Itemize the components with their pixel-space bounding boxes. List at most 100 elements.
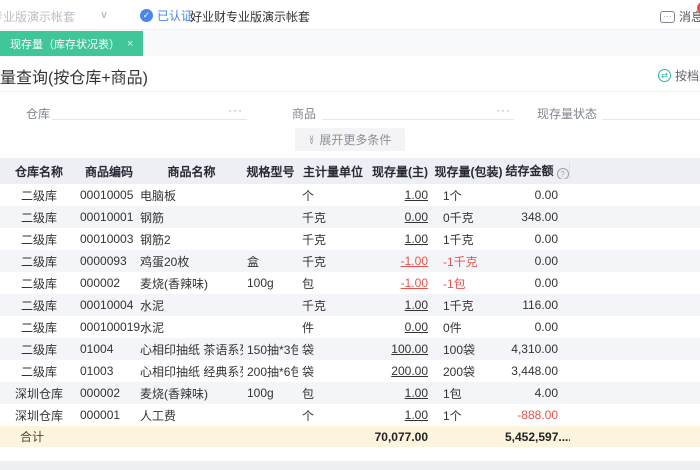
- cell-qty-main-link[interactable]: 0.00: [368, 210, 432, 224]
- switch-view-icon: ⇄: [658, 69, 671, 82]
- cell-name: 钢筋: [140, 210, 165, 225]
- table-row[interactable]: 二级库 00010003 钢筋2 千克 1.00 1千克 0.00: [0, 228, 700, 250]
- cell-qty-pack: -1包: [443, 276, 466, 291]
- cell-qty-main-link[interactable]: -1.00: [368, 276, 432, 290]
- cell-qty-pack: 1千克: [443, 232, 474, 247]
- cell-spec: 100g: [247, 386, 274, 400]
- expand-row: ∨ ∨ 展开更多条件: [0, 128, 700, 151]
- top-bar: 专业版演示帐套 ∨ ✓ 已认证 好业财专业版演示帐套 ··· 消息 1: [0, 0, 700, 30]
- verified-badge: ✓ 已认证: [140, 7, 193, 24]
- cell-spec: 150抽*3包...: [247, 342, 298, 357]
- cell-qty-main-link[interactable]: 100.00: [368, 342, 432, 356]
- cell-amount: 4.00: [534, 386, 558, 400]
- cell-warehouse: 二级库: [20, 210, 57, 225]
- table-row[interactable]: 二级库 00010004 水泥 千克 1.00 1千克 116.00: [0, 294, 700, 316]
- product-picker-icon[interactable]: ···: [496, 103, 511, 117]
- table-header-row: 仓库名称 商品编码 商品名称 规格型号 主计量单位 现存量(主) 现存量(包装)…: [0, 158, 700, 184]
- footer-amount-total: 5,452,597....: [505, 429, 570, 444]
- cell-qty-main-link[interactable]: 1.00: [368, 408, 432, 422]
- help-icon[interactable]: ?: [556, 168, 569, 179]
- account-selector[interactable]: 专业版演示帐套: [0, 8, 75, 25]
- cell-qty-main-link[interactable]: 1.00: [368, 386, 432, 400]
- cell-unit: 千克: [302, 232, 327, 247]
- cell-name: 电脑板: [140, 188, 177, 203]
- table-row[interactable]: 二级库 00010001 钢筋 千克 0.00 0千克 348.00: [0, 206, 700, 228]
- tab-stock-status[interactable]: 现存量（库存状况表） ×: [0, 31, 144, 56]
- table-row[interactable]: 二级库 000100019 水泥 件 0.00 0件 0.00: [0, 316, 700, 338]
- verified-check-icon: ✓: [140, 9, 153, 22]
- cell-code: 00010001: [80, 210, 134, 224]
- cell-amount: -888.00: [517, 408, 558, 422]
- archive-view-button[interactable]: ⇄ 按档案: [658, 67, 700, 84]
- message-bubble-icon: ···: [659, 10, 675, 23]
- table-row[interactable]: 二级库 000002 麦烧(香辣味) 100g 包 -1.00 -1包 0.00: [0, 272, 700, 294]
- cell-qty-main-link[interactable]: 0.00: [368, 320, 432, 334]
- product-filter-input[interactable]: [322, 104, 514, 120]
- table-row[interactable]: 二级库 0000093 鸡蛋20枚 盒 千克 -1.00 -1千克 0.00: [0, 250, 700, 272]
- warehouse-picker-icon[interactable]: ···: [228, 103, 243, 117]
- table-row[interactable]: 二级库 01003 心相印抽纸 经典系列 200抽*6包 袋 200.00 20…: [0, 360, 700, 382]
- cell-unit: 个: [302, 408, 315, 423]
- table-row[interactable]: 深圳仓库 000002 麦烧(香辣味) 100g 包 1.00 1包 4.00: [0, 382, 700, 404]
- cell-unit: 个: [302, 188, 315, 203]
- cell-qty-pack: 0件: [443, 320, 462, 335]
- header-warehouse: 仓库名称: [14, 164, 63, 179]
- header-amount: 结存金额?: [505, 163, 570, 179]
- cell-code: 01003: [80, 364, 114, 378]
- cell-qty-main-link[interactable]: 200.00: [368, 364, 432, 378]
- verified-badge-label: 已认证: [157, 9, 194, 23]
- cell-code: 01004: [80, 342, 114, 356]
- page-title: 现存量查询(按仓库+商品): [0, 70, 149, 87]
- chevron-down-icon[interactable]: ∨: [100, 8, 108, 21]
- cell-warehouse: 二级库: [20, 232, 57, 247]
- table-body: 二级库 00010005 电脑板 个 1.00 1个 0.00 二级库 0001…: [0, 184, 700, 426]
- cell-warehouse: 二级库: [20, 320, 57, 335]
- cell-name: 鸡蛋20枚: [140, 254, 190, 269]
- cell-qty-pack: 1千克: [443, 298, 474, 313]
- table-row[interactable]: 二级库 01004 心相印抽纸 茶语系列 ... 150抽*3包... 袋 10…: [0, 338, 700, 360]
- cell-warehouse: 二级库: [20, 298, 57, 313]
- cell-qty-pack: 1个: [443, 408, 462, 423]
- cell-qty-main-link[interactable]: 1.00: [368, 188, 432, 202]
- cell-amount: 0.00: [534, 232, 558, 246]
- cell-unit: 千克: [302, 298, 327, 313]
- table-row[interactable]: 二级库 00010005 电脑板 个 1.00 1个 0.00: [0, 184, 700, 206]
- double-chevron-down-icon: ∨ ∨: [308, 132, 315, 146]
- cell-qty-pack: 0千克: [443, 210, 474, 225]
- messages-button[interactable]: ··· 消息 1: [659, 2, 700, 25]
- expand-more-label: 展开更多条件: [319, 133, 392, 147]
- header-spec: 规格型号: [246, 164, 295, 179]
- close-icon[interactable]: ×: [127, 38, 133, 50]
- cell-qty-main-link[interactable]: 1.00: [368, 232, 432, 246]
- cell-warehouse: 二级库: [20, 188, 57, 203]
- cell-qty-main-link[interactable]: -1.00: [368, 254, 432, 268]
- cell-warehouse: 深圳仓库: [14, 408, 63, 423]
- cell-qty-main-link[interactable]: 1.00: [368, 298, 432, 312]
- cell-unit: 千克: [302, 210, 327, 225]
- stock-status-filter-label: 现存量状态: [537, 107, 598, 121]
- cell-warehouse: 二级库: [20, 254, 57, 269]
- product-filter-label: 商品: [292, 107, 317, 121]
- footer-total-label: 合计: [20, 430, 45, 444]
- header-unit: 主计量单位: [302, 164, 363, 179]
- cell-qty-pack: 1包: [443, 386, 462, 401]
- warehouse-filter-input[interactable]: [52, 104, 247, 120]
- cell-name: 心相印抽纸 茶语系列 ...: [140, 342, 243, 357]
- cell-warehouse: 二级库: [20, 342, 57, 357]
- cell-unit: 包: [302, 386, 315, 401]
- cell-code: 000001: [80, 408, 121, 422]
- cell-unit: 包: [302, 276, 315, 291]
- company-name: 好业财专业版演示帐套: [190, 10, 311, 24]
- archive-view-label: 按档案: [675, 69, 700, 83]
- cell-name: 人工费: [140, 408, 177, 423]
- table-row[interactable]: 深圳仓库 000001 人工费 个 1.00 1个 -888.00: [0, 404, 700, 426]
- expand-more-button[interactable]: ∨ ∨ 展开更多条件: [294, 128, 406, 151]
- cell-name: 钢筋2: [140, 232, 171, 247]
- tab-bar: 现存量（库存状况表） ×: [0, 30, 700, 56]
- header-qty-pack: 现存量(包装): [434, 164, 503, 179]
- cell-spec: 盒: [247, 254, 260, 269]
- warehouse-filter-label: 仓库: [26, 107, 51, 121]
- cell-code: 000100019: [80, 320, 140, 334]
- title-bar: 现存量查询(按仓库+商品) ⇄ 按档案: [0, 56, 700, 92]
- stock-status-filter-input[interactable]: [602, 104, 700, 120]
